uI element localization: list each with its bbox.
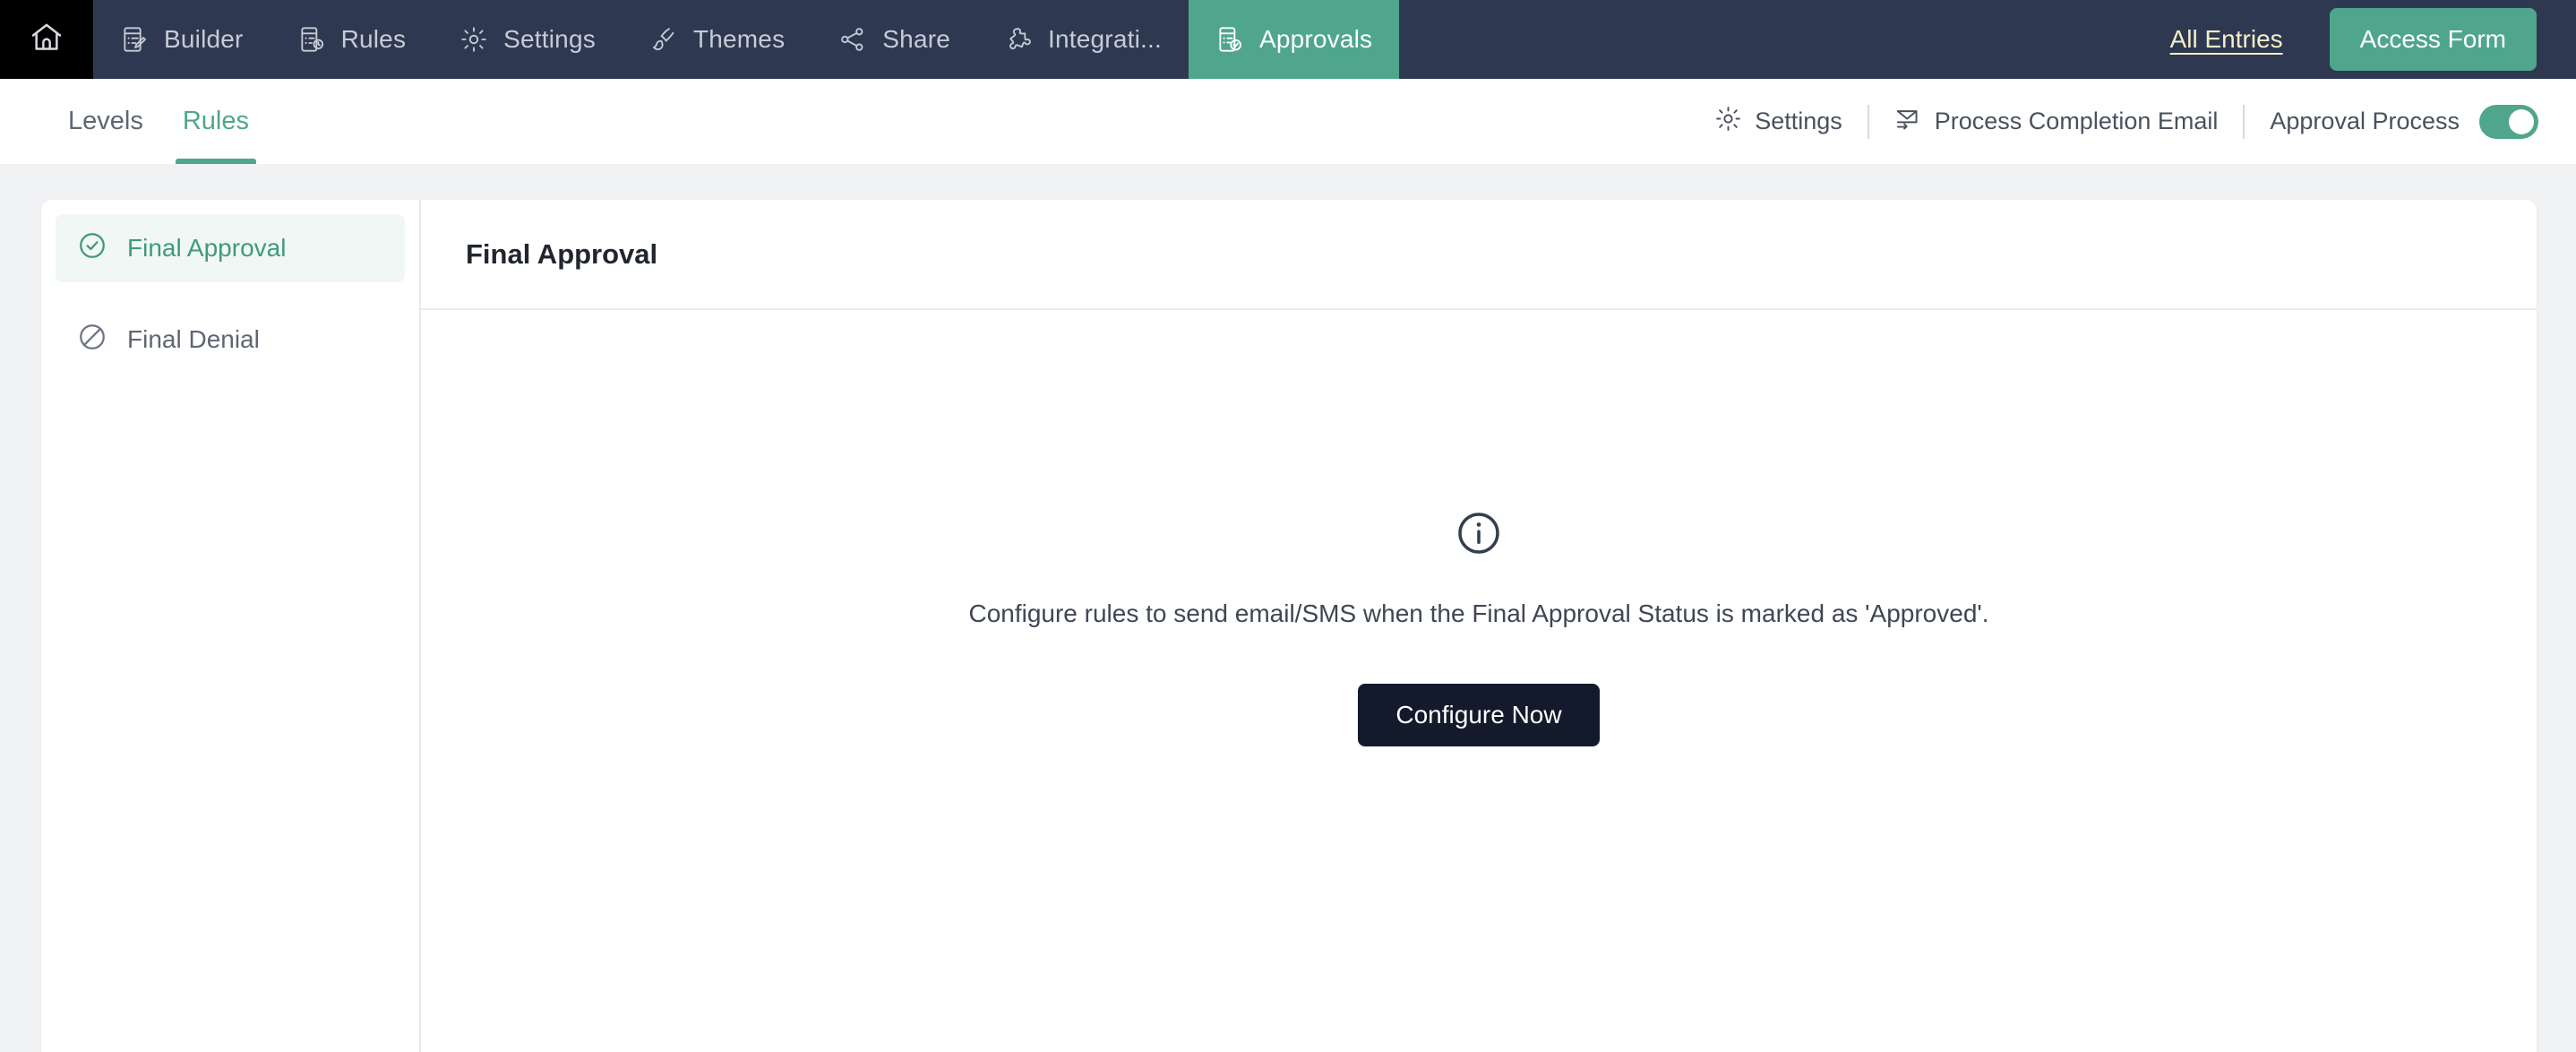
sub-header-actions: Settings Process Completion Email Approv… bbox=[1695, 105, 2576, 139]
document-pen-icon bbox=[120, 25, 149, 54]
share-nodes-icon bbox=[838, 25, 867, 54]
settings-action-label: Settings bbox=[1755, 108, 1842, 135]
empty-state-message: Configure rules to send email/SMS when t… bbox=[968, 599, 1988, 628]
brush-icon bbox=[649, 25, 678, 54]
nav-item-themes[interactable]: Themes bbox=[623, 0, 811, 79]
rule-detail-panel: Final Approval Configure rules to send e… bbox=[421, 200, 2537, 1052]
divider bbox=[1868, 105, 1869, 139]
home-icon bbox=[29, 20, 64, 60]
sidebar-item-label: Final Approval bbox=[127, 234, 286, 263]
nav-item-share[interactable]: Share bbox=[811, 0, 977, 79]
nav-item-approvals[interactable]: Approvals bbox=[1189, 0, 1399, 79]
rules-sidebar: Final Approval Final Denial bbox=[41, 200, 421, 1052]
toggle-knob bbox=[2509, 109, 2534, 134]
gear-icon bbox=[459, 25, 488, 54]
nav-item-label: Approvals bbox=[1259, 25, 1372, 54]
nav-item-rules[interactable]: Rules bbox=[270, 0, 434, 79]
top-nav-actions: All Entries Access Form bbox=[2170, 0, 2576, 79]
divider bbox=[2243, 105, 2245, 139]
tab-levels[interactable]: Levels bbox=[48, 79, 163, 164]
process-completion-email-action[interactable]: Process Completion Email bbox=[1875, 105, 2238, 139]
email-send-icon bbox=[1894, 105, 1922, 139]
sub-header-bar: Levels Rules Settings bbox=[0, 79, 2576, 164]
nav-item-label: Settings bbox=[503, 25, 596, 54]
approval-process-toggle[interactable] bbox=[2479, 105, 2538, 139]
access-form-button[interactable]: Access Form bbox=[2330, 8, 2537, 71]
puzzle-icon bbox=[1004, 25, 1033, 54]
approval-process-label: Approval Process bbox=[2250, 108, 2479, 135]
document-check-icon bbox=[1215, 25, 1244, 54]
nav-item-settings[interactable]: Settings bbox=[433, 0, 623, 79]
empty-state: Configure rules to send email/SMS when t… bbox=[421, 310, 2537, 1052]
gear-icon bbox=[1714, 105, 1742, 139]
process-completion-email-label: Process Completion Email bbox=[1935, 108, 2219, 135]
page-title: Final Approval bbox=[466, 238, 657, 271]
sidebar-item-final-denial[interactable]: Final Denial bbox=[56, 306, 405, 374]
tab-label: Rules bbox=[183, 107, 249, 136]
settings-action[interactable]: Settings bbox=[1695, 105, 1862, 139]
nav-item-builder[interactable]: Builder bbox=[93, 0, 270, 79]
top-navigation-bar: Builder Rules bbox=[0, 0, 2576, 79]
all-entries-link[interactable]: All Entries bbox=[2170, 25, 2283, 54]
home-button[interactable] bbox=[0, 0, 93, 79]
nav-item-label: Integrati... bbox=[1048, 25, 1162, 54]
tab-rules[interactable]: Rules bbox=[163, 79, 269, 164]
document-clock-icon bbox=[297, 25, 326, 54]
sub-header-tabs: Levels Rules bbox=[0, 79, 269, 164]
sidebar-item-final-approval[interactable]: Final Approval bbox=[56, 214, 405, 282]
rule-detail-header: Final Approval bbox=[421, 200, 2537, 310]
configure-now-button[interactable]: Configure Now bbox=[1358, 684, 1599, 746]
nav-item-label: Rules bbox=[341, 25, 407, 54]
nav-item-label: Themes bbox=[693, 25, 785, 54]
ban-circle-icon bbox=[77, 322, 107, 358]
page-body: Final Approval Final Denial Final Approv… bbox=[0, 164, 2576, 1052]
nav-item-label: Builder bbox=[164, 25, 244, 54]
sidebar-item-label: Final Denial bbox=[127, 325, 260, 354]
main-nav-items: Builder Rules bbox=[93, 0, 1399, 79]
nav-item-integrations[interactable]: Integrati... bbox=[977, 0, 1189, 79]
check-circle-icon bbox=[77, 230, 107, 267]
info-circle-icon bbox=[1454, 508, 1504, 558]
content-card: Final Approval Final Denial Final Approv… bbox=[41, 200, 2537, 1052]
tab-label: Levels bbox=[68, 107, 143, 136]
nav-item-label: Share bbox=[882, 25, 950, 54]
